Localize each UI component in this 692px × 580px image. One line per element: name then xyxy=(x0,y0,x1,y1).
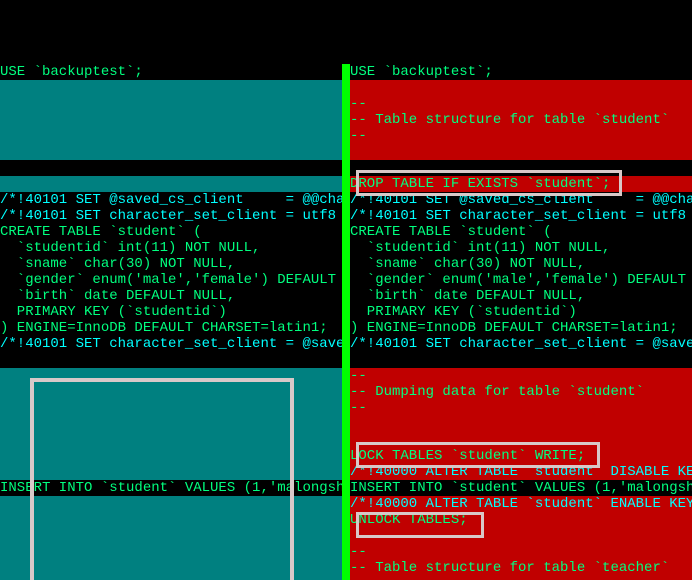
left-line[interactable] xyxy=(0,544,342,560)
left-line[interactable] xyxy=(0,528,342,544)
right-line[interactable]: PRIMARY KEY (`studentid`) xyxy=(350,304,692,320)
diff-viewport: USE `backuptest`; /*!40101 SET @saved_cs_… xyxy=(0,64,692,580)
left-line[interactable] xyxy=(0,576,342,580)
right-line[interactable]: -- xyxy=(350,368,692,384)
left-line[interactable] xyxy=(0,448,342,464)
right-line[interactable]: /*!40101 SET @saved_cs_client = @@cha xyxy=(350,192,692,208)
right-line[interactable] xyxy=(350,80,692,96)
right-line[interactable]: -- xyxy=(350,400,692,416)
left-line[interactable]: `gender` enum('male','female') DEFAULT xyxy=(0,272,342,288)
right-line[interactable]: CREATE TABLE `student` ( xyxy=(350,224,692,240)
right-pane[interactable]: USE `backuptest`;---- Table structure fo… xyxy=(350,64,692,580)
left-line[interactable] xyxy=(0,416,342,432)
left-line[interactable]: /*!40101 SET character_set_client = @sav… xyxy=(0,336,342,352)
right-line[interactable]: DROP TABLE IF EXISTS `student`; xyxy=(350,176,692,192)
left-line[interactable]: INSERT INTO `student` VALUES (1,'malongs… xyxy=(0,480,342,496)
right-line[interactable]: -- Table structure for table `student` xyxy=(350,112,692,128)
right-line[interactable]: `birth` date DEFAULT NULL, xyxy=(350,288,692,304)
right-line[interactable]: LOCK TABLES `student` WRITE; xyxy=(350,448,692,464)
right-line[interactable]: UNLOCK TABLES; xyxy=(350,512,692,528)
right-line[interactable]: -- Dumping data for table `student` xyxy=(350,384,692,400)
right-line[interactable] xyxy=(350,416,692,432)
left-line[interactable] xyxy=(0,176,342,192)
right-line[interactable]: -- xyxy=(350,128,692,144)
right-line[interactable] xyxy=(350,160,692,176)
left-line[interactable]: /*!40101 SET @saved_cs_client = @@cha xyxy=(0,192,342,208)
left-line[interactable]: USE `backuptest`; xyxy=(0,64,342,80)
left-pane[interactable]: USE `backuptest`; /*!40101 SET @saved_cs_… xyxy=(0,64,342,580)
right-line[interactable] xyxy=(350,352,692,368)
left-line[interactable]: CREATE TABLE `student` ( xyxy=(0,224,342,240)
left-line[interactable] xyxy=(0,144,342,160)
left-line[interactable]: PRIMARY KEY (`studentid`) xyxy=(0,304,342,320)
left-line[interactable] xyxy=(0,96,342,112)
left-line[interactable] xyxy=(0,432,342,448)
left-line[interactable]: /*!40101 SET character_set_client = utf8 xyxy=(0,208,342,224)
right-line[interactable]: /*!40101 SET character_set_client = utf8 xyxy=(350,208,692,224)
right-line[interactable]: -- xyxy=(350,544,692,560)
left-line[interactable] xyxy=(0,496,342,512)
left-line[interactable] xyxy=(0,352,342,368)
left-line[interactable]: `sname` char(30) NOT NULL, xyxy=(0,256,342,272)
left-line[interactable] xyxy=(0,400,342,416)
left-line[interactable] xyxy=(0,368,342,384)
right-line[interactable] xyxy=(350,432,692,448)
right-line[interactable]: /*!40000 ALTER TABLE `student` DISABLE K… xyxy=(350,464,692,480)
right-line[interactable]: INSERT INTO `student` VALUES (1,'malongs… xyxy=(350,480,692,496)
right-line[interactable]: /*!40000 ALTER TABLE `student` ENABLE KE… xyxy=(350,496,692,512)
right-line[interactable]: ) ENGINE=InnoDB DEFAULT CHARSET=latin1; xyxy=(350,320,692,336)
left-line[interactable] xyxy=(0,128,342,144)
left-line[interactable] xyxy=(0,112,342,128)
left-line[interactable]: ) ENGINE=InnoDB DEFAULT CHARSET=latin1; xyxy=(0,320,342,336)
right-line[interactable]: `sname` char(30) NOT NULL, xyxy=(350,256,692,272)
right-line[interactable] xyxy=(350,528,692,544)
right-line[interactable]: `studentid` int(11) NOT NULL, xyxy=(350,240,692,256)
left-line[interactable]: `birth` date DEFAULT NULL, xyxy=(0,288,342,304)
right-line[interactable]: -- xyxy=(350,96,692,112)
left-line[interactable] xyxy=(0,160,342,176)
left-line[interactable] xyxy=(0,384,342,400)
left-line[interactable] xyxy=(0,464,342,480)
right-line[interactable]: /*!40101 SET character_set_client = @sav… xyxy=(350,336,692,352)
right-line[interactable]: `gender` enum('male','female') DEFAULT xyxy=(350,272,692,288)
right-line[interactable] xyxy=(350,144,692,160)
right-line[interactable]: USE `backuptest`; xyxy=(350,64,692,80)
left-line[interactable]: `studentid` int(11) NOT NULL, xyxy=(0,240,342,256)
left-line[interactable] xyxy=(0,560,342,576)
right-line[interactable]: -- Table structure for table `teacher` xyxy=(350,560,692,576)
right-line[interactable]: -- xyxy=(350,576,692,580)
pane-divider[interactable] xyxy=(342,64,350,580)
left-line[interactable] xyxy=(0,512,342,528)
left-line[interactable] xyxy=(0,80,342,96)
